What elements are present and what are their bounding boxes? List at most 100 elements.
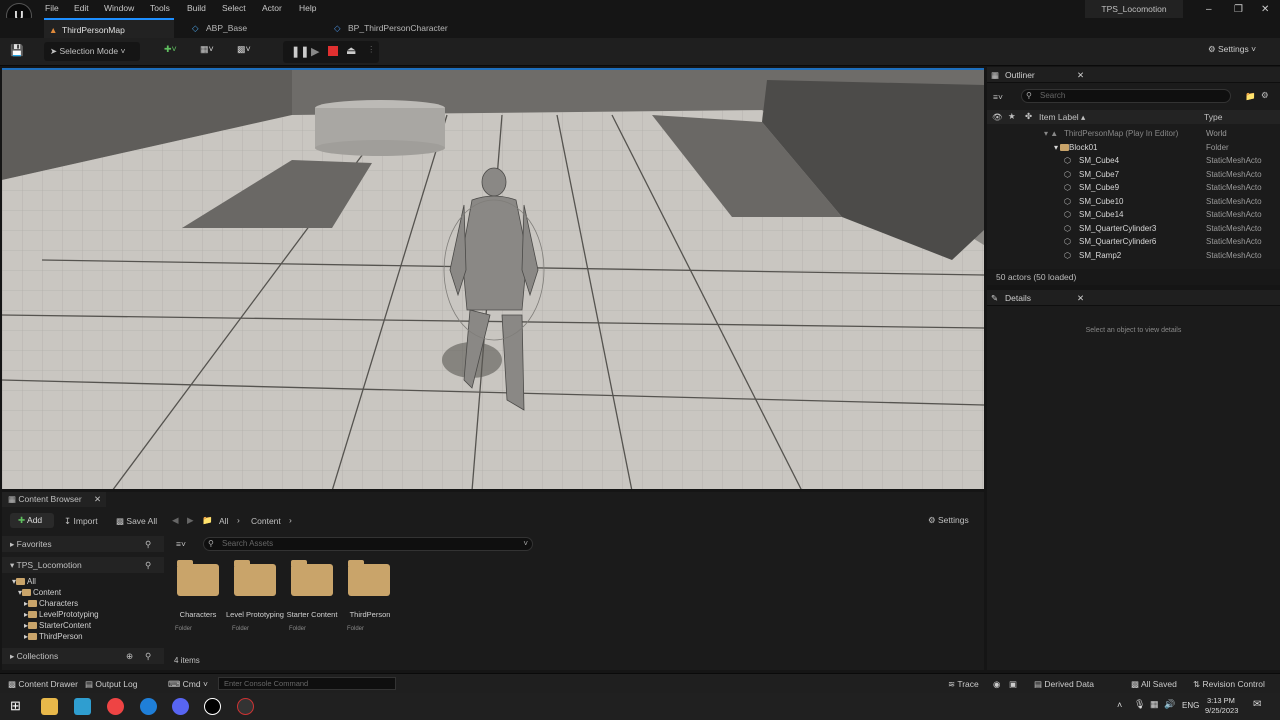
outliner-row[interactable]: ⬡ SM_Cube9 StaticMeshActo <box>987 181 1280 195</box>
content-browser-tab[interactable]: ▦ Content Browser ✕ <box>2 492 106 507</box>
search-icon[interactable]: ⚲ <box>145 648 151 664</box>
stop-icon[interactable] <box>328 46 338 56</box>
tree-item-characters[interactable]: ▸ Characters <box>24 599 78 608</box>
save-all-button[interactable]: ▩ Save All <box>116 516 157 527</box>
tab-abp-base[interactable]: ◇ ABP_Base <box>188 18 318 38</box>
outliner-row[interactable]: ⬡ SM_Cube10 StaticMeshActo <box>987 195 1280 209</box>
level-viewport[interactable] <box>2 68 984 489</box>
outliner-row[interactable]: ⬡ SM_Cube14 StaticMeshActo <box>987 208 1280 222</box>
console-command-input[interactable]: Enter Console Command <box>218 677 396 690</box>
tree-item-levelprototyping[interactable]: ▸ LevelPrototyping <box>24 610 99 619</box>
tree-item-all[interactable]: ▾ All <box>12 577 36 586</box>
item-label-column[interactable]: Item Label ▴ <box>1039 112 1085 123</box>
outliner-row[interactable]: ▾ Block01 Folder <box>987 141 1280 155</box>
breadcrumb-all[interactable]: All <box>219 516 228 526</box>
eject-icon[interactable]: ⏏ <box>346 44 356 57</box>
unreal-engine-icon[interactable] <box>204 698 221 715</box>
close-icon[interactable]: ✕ <box>1261 4 1269 15</box>
app-icon[interactable] <box>237 698 254 715</box>
tab-thirdpersonmap[interactable]: ▲ ThirdPersonMap <box>44 18 174 38</box>
pause-icon[interactable]: ❚❚ <box>291 45 309 58</box>
breadcrumb-content[interactable]: Content <box>251 516 281 526</box>
folder-thirdperson[interactable] <box>348 560 390 596</box>
content-drawer-button[interactable]: ▩ Content Drawer <box>8 679 78 690</box>
folder-starter-content[interactable] <box>291 560 333 596</box>
more-options-icon[interactable]: ⋮ <box>367 44 376 55</box>
forward-icon[interactable]: ▶ <box>187 515 194 526</box>
asset-search-input[interactable]: ⚲ Search Assets ˅ <box>203 537 533 551</box>
new-folder-icon[interactable]: 📁 <box>1245 91 1256 102</box>
notification-icon[interactable]: ✉ <box>1253 699 1261 710</box>
screenshot-icon[interactable]: ▣ <box>1009 679 1017 690</box>
close-icon[interactable]: ✕ <box>94 492 101 507</box>
revision-control-button[interactable]: ⇅ Revision Control <box>1193 679 1265 690</box>
filter-icon[interactable]: ≡˅ <box>176 539 186 549</box>
trace-button[interactable]: ≋ Trace <box>948 679 979 690</box>
output-log-button[interactable]: ▤ Output Log <box>85 679 137 690</box>
filter-icon[interactable]: ≡˅ <box>993 92 1003 102</box>
menu-actor[interactable]: Actor <box>262 3 282 13</box>
cmd-dropdown[interactable]: ⌨ Cmd ˅ <box>168 679 208 690</box>
menu-help[interactable]: Help <box>299 3 316 13</box>
tree-item-content[interactable]: ▾ Content <box>18 588 61 597</box>
folder-level-prototyping[interactable] <box>234 560 276 596</box>
settings-button[interactable]: ⚙ Settings ˅ <box>1208 44 1256 55</box>
tree-item-thirdperson[interactable]: ▸ ThirdPerson <box>24 632 83 641</box>
outliner-row[interactable]: ⬡ SM_QuarterCylinder6 StaticMeshActo <box>987 235 1280 249</box>
import-button[interactable]: ↧ Import <box>64 516 98 527</box>
record-icon[interactable]: ◉ <box>993 679 1000 690</box>
derived-data-button[interactable]: ▤ Derived Data <box>1034 679 1094 690</box>
visibility-icon[interactable]: 👁 <box>992 112 1003 123</box>
file-explorer-icon[interactable] <box>41 698 58 715</box>
outliner-row[interactable]: ▾ ▲ ThirdPersonMap (Play In Editor) World <box>987 127 1280 141</box>
favorites-section[interactable]: ▸ Favorites ⚲ <box>2 536 164 552</box>
microphone-icon[interactable]: 🎙 <box>1134 699 1145 710</box>
collections-section[interactable]: ▸ Collections ⊕ ⚲ <box>2 648 164 664</box>
outliner-row[interactable]: ⬡ SM_QuarterCylinder3 StaticMeshActo <box>987 222 1280 236</box>
outliner-row[interactable]: ⬡ SM_Cube7 StaticMeshActo <box>987 168 1280 182</box>
windows-start-icon[interactable]: ⊞ <box>10 698 21 714</box>
tree-item-startercontent[interactable]: ▸ StarterContent <box>24 621 91 630</box>
add-button[interactable]: ✚ Add <box>10 513 54 528</box>
gear-icon[interactable]: ⚙ <box>1261 90 1269 101</box>
outliner-search-input[interactable]: ⚲ Search <box>1021 89 1231 103</box>
outliner-row[interactable]: ⬡ SM_Cube4 StaticMeshActo <box>987 154 1280 168</box>
add-collection-icon[interactable]: ⊕ <box>126 648 133 664</box>
selection-mode-dropdown[interactable]: ➤ Selection Mode ˅ <box>44 42 140 61</box>
close-icon[interactable]: ✕ <box>1077 290 1084 306</box>
chevron-up-icon[interactable]: ˄ <box>1117 700 1122 710</box>
app-icon[interactable] <box>74 698 91 715</box>
edge-icon[interactable] <box>140 698 157 715</box>
back-icon[interactable]: ◀ <box>172 515 179 526</box>
outliner-row[interactable]: ⬡ SM_Ramp2 StaticMeshActo <box>987 249 1280 263</box>
type-column[interactable]: Type <box>1204 112 1222 122</box>
tab-bp-thirdpersoncharacter[interactable]: ◇ BP_ThirdPersonCharacter <box>330 18 480 38</box>
maximize-icon[interactable]: ❐ <box>1234 4 1243 15</box>
clock-date[interactable]: 9/25/2023 <box>1205 706 1238 715</box>
menu-file[interactable]: File <box>45 3 59 13</box>
search-icon[interactable]: ⚲ <box>145 557 151 573</box>
menu-build[interactable]: Build <box>187 3 206 13</box>
chrome-icon[interactable] <box>107 698 124 715</box>
discord-icon[interactable] <box>172 698 189 715</box>
all-saved-button[interactable]: ▩ All Saved <box>1131 679 1177 690</box>
pin-icon[interactable]: ✤ <box>1025 111 1032 122</box>
blueprint-menu-icon[interactable]: ▦˅ <box>200 44 214 55</box>
menu-window[interactable]: Window <box>104 3 134 13</box>
minimize-icon[interactable]: – <box>1206 4 1212 15</box>
save-icon[interactable]: 💾 <box>10 44 24 57</box>
menu-tools[interactable]: Tools <box>150 3 170 13</box>
cinematics-icon[interactable]: ▩˅ <box>237 44 251 55</box>
language-indicator[interactable]: ENG <box>1182 701 1199 710</box>
volume-icon[interactable]: 🔊 <box>1164 699 1175 710</box>
cb-settings-button[interactable]: ⚙ Settings <box>928 515 969 526</box>
chevron-down-icon[interactable]: ˅ <box>523 538 528 550</box>
search-icon[interactable]: ⚲ <box>145 536 151 552</box>
clock-time[interactable]: 3:13 PM <box>1207 696 1235 705</box>
star-icon[interactable]: ★ <box>1008 111 1016 122</box>
menu-select[interactable]: Select <box>222 3 246 13</box>
project-section[interactable]: ▾ TPS_Locomotion ⚲ <box>2 557 164 573</box>
frame-skip-icon[interactable]: ▶ <box>311 45 319 58</box>
folder-icon[interactable]: 📁 <box>202 515 213 526</box>
add-actor-icon[interactable]: ✚˅ <box>164 44 177 55</box>
